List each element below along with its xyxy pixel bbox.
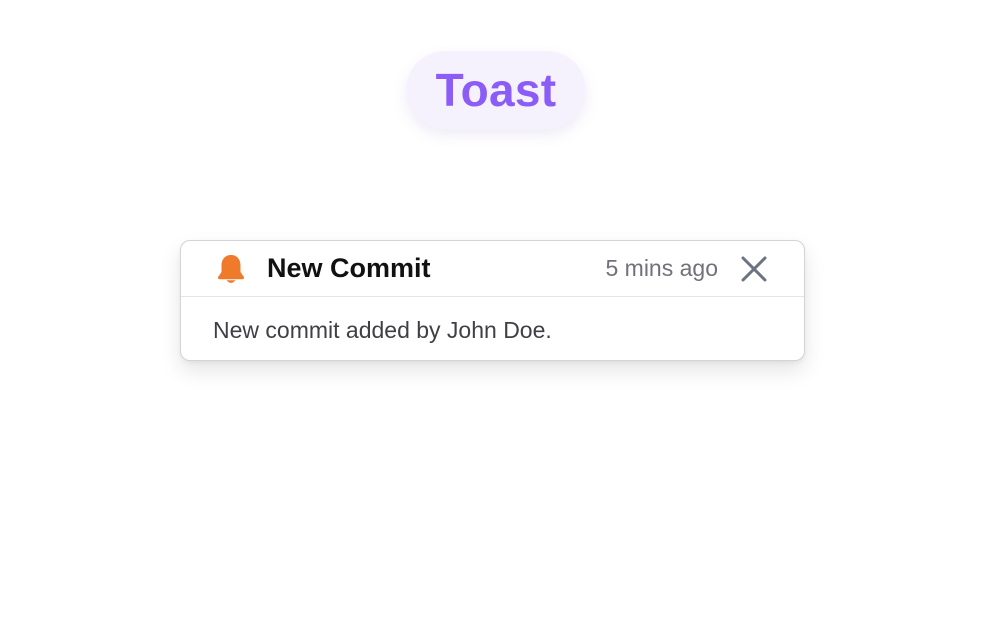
toast-header: New Commit 5 mins ago	[181, 241, 804, 297]
close-icon	[741, 256, 767, 281]
close-button[interactable]	[738, 253, 770, 285]
page: Toast New Commit 5 mins ago New commit a…	[0, 0, 1005, 627]
page-title: Toast	[435, 64, 557, 116]
title-pill: Toast	[406, 51, 586, 129]
toast-notification: New Commit 5 mins ago New commit added b…	[180, 240, 805, 361]
bell-icon	[215, 253, 247, 285]
toast-title: New Commit	[267, 253, 431, 283]
toast-message: New commit added by John Doe.	[213, 317, 552, 343]
toast-timestamp: 5 mins ago	[605, 255, 718, 281]
